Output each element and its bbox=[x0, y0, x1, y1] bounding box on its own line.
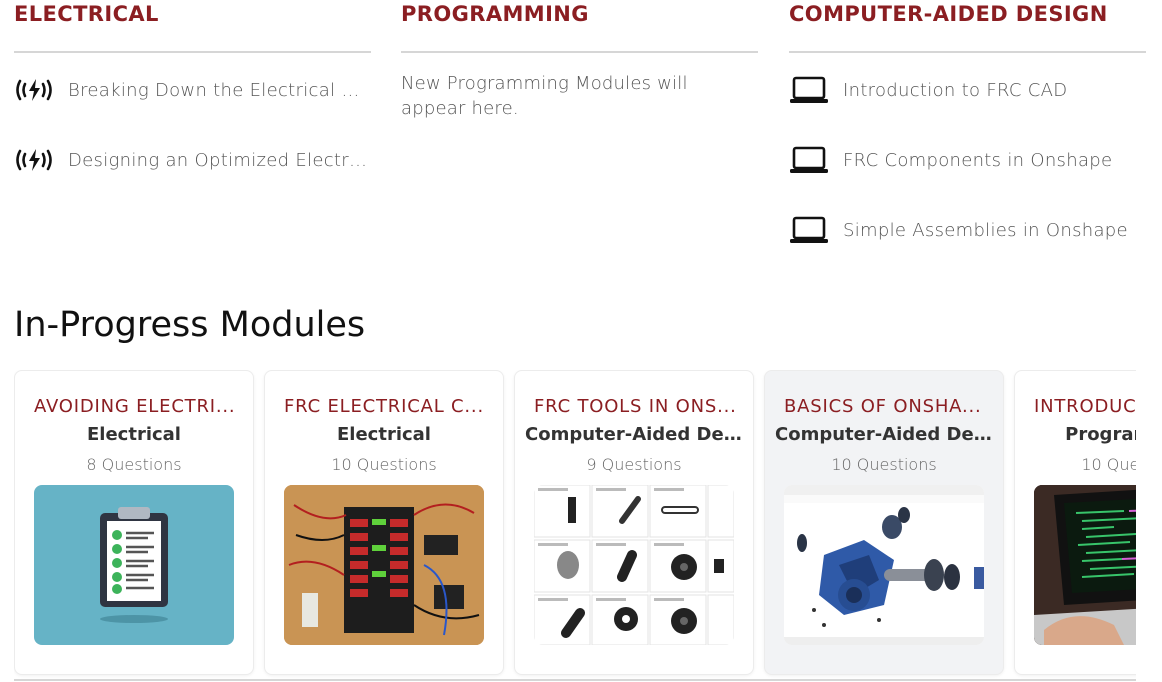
cad-title: COMPUTER-AIDED DESIGN bbox=[789, 0, 1146, 53]
module-card[interactable]: BASICS OF ONSHA... Computer-Aided De... … bbox=[764, 370, 1004, 675]
module-card[interactable]: AVOIDING ELECTRI... Electrical 8 Questio… bbox=[14, 370, 254, 675]
module-card[interactable]: FRC TOOLS IN ONS... Computer-Aided De...… bbox=[514, 370, 754, 675]
module-link-frc-components[interactable]: FRC Components in Onshape bbox=[789, 125, 1146, 195]
card-title: INTRODUCTION TO ... bbox=[1034, 396, 1136, 417]
in-progress-carousel: AVOIDING ELECTRI... Electrical 8 Questio… bbox=[14, 370, 1136, 682]
section-divider bbox=[14, 679, 1136, 681]
electrical-board-photo bbox=[284, 485, 484, 645]
programming-title: PROGRAMMING bbox=[401, 0, 758, 53]
programming-column: PROGRAMMING New Programming Modules will… bbox=[401, 0, 758, 121]
card-category: Electrical bbox=[87, 424, 181, 445]
module-link-optimized-electrical[interactable]: Designing an Optimized Electric... bbox=[14, 125, 371, 195]
card-category: Computer-Aided De... bbox=[525, 424, 743, 445]
module-link-simple-assemblies[interactable]: Simple Assemblies in Onshape bbox=[789, 195, 1146, 265]
clipboard-checklist-image bbox=[34, 485, 234, 645]
gearbox-exploded-image bbox=[784, 485, 984, 645]
cad-column: COMPUTER-AIDED DESIGN Introduction to FR… bbox=[789, 0, 1146, 265]
module-link-electrical-board[interactable]: Breaking Down the Electrical Bo... bbox=[14, 55, 371, 125]
laptop-code-photo bbox=[1034, 485, 1136, 645]
module-link-intro-frc-cad[interactable]: Introduction to FRC CAD bbox=[789, 55, 1146, 125]
module-link-label: Designing an Optimized Electric... bbox=[68, 149, 371, 171]
card-category: Programming bbox=[1065, 424, 1136, 445]
card-question-count: 10 Questions bbox=[831, 455, 937, 474]
laptop-icon bbox=[789, 143, 829, 177]
module-card[interactable]: FRC ELECTRICAL C... Electrical 10 Questi… bbox=[264, 370, 504, 675]
card-question-count: 9 Questions bbox=[586, 455, 682, 474]
card-question-count: 8 Questions bbox=[86, 455, 182, 474]
power-bolt-icon bbox=[14, 143, 54, 177]
module-card[interactable]: INTRODUCTION TO ... Programming 10 Quest… bbox=[1014, 370, 1136, 675]
electrical-column: ELECTRICAL Breaking Down the Electrical … bbox=[14, 0, 371, 195]
laptop-icon bbox=[789, 73, 829, 107]
in-progress-heading: In-Progress Modules bbox=[14, 305, 366, 345]
power-bolt-icon bbox=[14, 73, 54, 107]
module-link-label: Simple Assemblies in Onshape bbox=[843, 219, 1128, 241]
card-title: AVOIDING ELECTRI... bbox=[34, 396, 236, 417]
card-category: Computer-Aided De... bbox=[775, 424, 993, 445]
electrical-title: ELECTRICAL bbox=[14, 0, 371, 53]
module-link-label: FRC Components in Onshape bbox=[843, 149, 1113, 171]
card-question-count: 10 Questions bbox=[1081, 455, 1136, 474]
card-title: FRC ELECTRICAL C... bbox=[284, 396, 484, 417]
card-question-count: 10 Questions bbox=[331, 455, 437, 474]
card-title: FRC TOOLS IN ONS... bbox=[534, 396, 737, 417]
onshape-parts-grid-image bbox=[534, 485, 734, 645]
programming-empty-note: New Programming Modules will appear here… bbox=[401, 73, 688, 119]
module-link-label: Introduction to FRC CAD bbox=[843, 79, 1068, 101]
card-title: BASICS OF ONSHA... bbox=[784, 396, 982, 417]
laptop-icon bbox=[789, 213, 829, 247]
card-category: Electrical bbox=[337, 424, 431, 445]
module-link-label: Breaking Down the Electrical Bo... bbox=[68, 79, 371, 101]
